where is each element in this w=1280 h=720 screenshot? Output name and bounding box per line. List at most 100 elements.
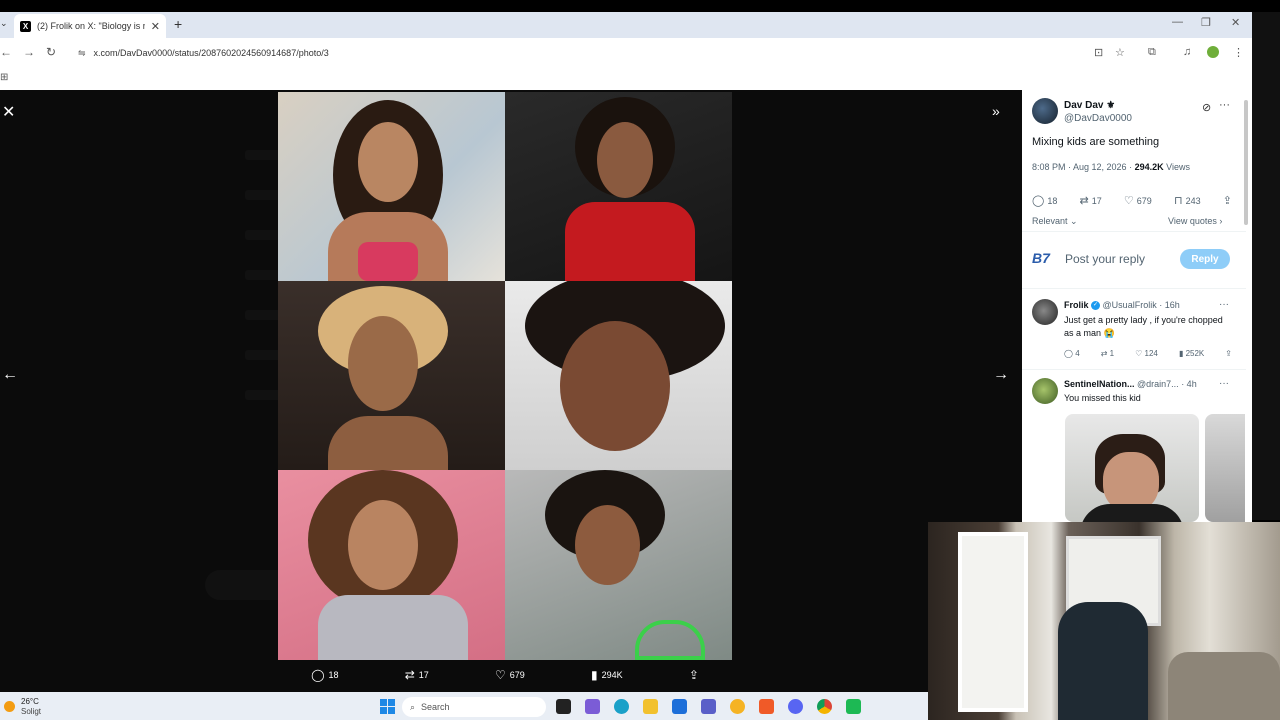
teams-icon[interactable]	[701, 699, 716, 714]
close-viewer-icon[interactable]: ✕	[2, 102, 15, 122]
reply-image[interactable]	[1205, 414, 1245, 522]
like-stat[interactable]: ♡ 679	[1124, 194, 1152, 207]
like-stat[interactable]: ♡ 124	[1135, 349, 1158, 358]
like-count: 679	[509, 670, 525, 680]
next-photo-icon[interactable]: →	[993, 366, 1009, 384]
reply-author-name[interactable]: Frolik	[1064, 300, 1089, 310]
restore-button[interactable]: ❐	[1201, 16, 1211, 29]
more-options-icon[interactable]: ···	[1219, 299, 1229, 310]
bookmark-star-icon[interactable]: ☆	[1115, 46, 1125, 59]
reload-button[interactable]: ↻	[46, 45, 56, 59]
share-icon[interactable]: ⇪	[1225, 349, 1232, 358]
more-options-icon[interactable]: ···	[1219, 378, 1229, 389]
like-count: 124	[1144, 349, 1158, 358]
app-icon[interactable]	[585, 699, 600, 714]
reply-input[interactable]: Post your reply	[1065, 252, 1145, 266]
discord-icon[interactable]	[788, 699, 803, 714]
reply-stat[interactable]: ◯ 18	[1032, 194, 1057, 207]
views-stat[interactable]: ▮ 252K	[1179, 349, 1204, 358]
tweet-text: Mixing kids are something	[1032, 136, 1160, 148]
reply-text: Just get a pretty lady , if you're chopp…	[1064, 315, 1223, 338]
repost-action[interactable]: ⇄ 17	[405, 668, 429, 682]
chrome-menu-icon[interactable]: ⋮	[1233, 46, 1244, 59]
media-control-icon[interactable]: ♫	[1183, 46, 1191, 58]
divider	[1022, 288, 1246, 289]
author-avatar[interactable]	[1032, 98, 1058, 124]
address-bar[interactable]: ⇋ x.com/DavDav0000/status/20876020245609…	[70, 43, 1150, 63]
window-close-button[interactable]: ✕	[1231, 16, 1240, 29]
share-action[interactable]: ⇪	[689, 668, 699, 682]
install-app-icon[interactable]: ⊡	[1094, 46, 1103, 59]
taskbar-search[interactable]: ⌕ Search	[402, 697, 546, 717]
reply-stat[interactable]: ◯ 4	[1064, 349, 1080, 358]
repost-count: 1	[1109, 349, 1115, 358]
back-button[interactable]: ←	[0, 45, 12, 59]
sort-dropdown[interactable]: Relevant ⌄	[1032, 216, 1078, 227]
site-info-icon[interactable]: ⇋	[78, 48, 86, 59]
forward-button[interactable]: →	[23, 45, 35, 59]
repost-count: 17	[1091, 195, 1102, 206]
reply-avatar[interactable]	[1032, 299, 1058, 325]
reply-handle-time[interactable]: @UsualFrolik · 16h	[1103, 300, 1180, 310]
collage-photo	[278, 281, 505, 470]
desktop-edge	[1252, 12, 1280, 520]
chrome-icon[interactable]	[817, 699, 832, 714]
store-icon[interactable]	[672, 699, 687, 714]
tab-list-icon[interactable]: ⌄	[0, 18, 8, 29]
repost-stat[interactable]: ⇄ 17	[1080, 194, 1102, 207]
reply-image[interactable]	[1065, 414, 1199, 522]
task-view-icon[interactable]	[556, 699, 571, 714]
views-action[interactable]: ▮ 294K	[591, 668, 623, 682]
expand-panel-icon[interactable]: »	[992, 103, 1000, 119]
collage-photo	[505, 470, 732, 660]
reply-icon: ◯	[311, 668, 325, 682]
start-button[interactable]	[380, 699, 395, 714]
photo-collage[interactable]	[278, 92, 732, 660]
reply-author-name[interactable]: SentinelNation...	[1064, 379, 1135, 389]
previous-photo-icon[interactable]: ←	[2, 366, 18, 384]
like-action[interactable]: ♡ 679	[495, 668, 525, 682]
url-text[interactable]: x.com/DavDav0000/status/2087602024560914…	[94, 48, 329, 58]
like-count: 679	[1136, 195, 1152, 206]
brave-icon[interactable]	[759, 699, 774, 714]
reply-header: Frolik ✓ @UsualFrolik · 16h	[1064, 300, 1180, 311]
new-tab-button[interactable]: +	[174, 16, 182, 32]
repost-icon: ⇄	[1079, 195, 1089, 207]
reply-action[interactable]: ◯ 18	[311, 668, 338, 682]
app-icon[interactable]	[846, 699, 861, 714]
browser-tab[interactable]: X (2) Frolik on X: "Biology is reall ✕	[14, 14, 166, 38]
reply-header: SentinelNation... @drain7... · 4h	[1064, 379, 1197, 389]
share-icon: ⇪	[688, 668, 699, 682]
more-options-icon[interactable]: ···	[1219, 99, 1230, 111]
panel-scrollbar[interactable]	[1244, 100, 1248, 225]
file-explorer-icon[interactable]	[643, 699, 658, 714]
share-stat[interactable]: ⇪	[1223, 194, 1232, 207]
reply-text: You missed this kid	[1064, 393, 1141, 403]
reply-handle-time[interactable]: @drain7... · 4h	[1137, 379, 1197, 389]
minimize-button[interactable]: —	[1172, 16, 1183, 28]
divider	[1022, 369, 1246, 370]
tweet-timestamp[interactable]: 8:08 PM · Aug 12, 2026 ·	[1032, 162, 1135, 172]
collage-photo	[278, 92, 505, 281]
app-icon[interactable]	[730, 699, 745, 714]
profile-avatar[interactable]	[1207, 46, 1219, 58]
bookmark-stat[interactable]: ⊓ 243	[1174, 194, 1201, 207]
view-quotes-link[interactable]: View quotes ›	[1168, 216, 1222, 226]
weather-description[interactable]: Soligt	[21, 707, 41, 716]
author-name[interactable]: Dav Dav ⚜	[1064, 100, 1115, 111]
apps-grid-icon[interactable]: ⊞	[0, 72, 8, 83]
tab-title: (2) Frolik on X: "Biology is reall	[37, 21, 145, 31]
repost-stat[interactable]: ⇄ 1	[1101, 349, 1114, 358]
grok-icon[interactable]: ⊘	[1202, 101, 1211, 114]
user-logo-avatar: B7	[1032, 250, 1050, 266]
edge-icon[interactable]	[614, 699, 629, 714]
tweet-stats: ◯ 18 ⇄ 17 ♡ 679 ⊓ 243 ⇪	[1032, 194, 1232, 207]
tab-close-icon[interactable]: ✕	[151, 20, 160, 33]
reply-avatar[interactable]	[1032, 378, 1058, 404]
repost-icon: ⇄	[404, 668, 415, 682]
author-handle[interactable]: @DavDav0000	[1064, 113, 1132, 124]
reply-button[interactable]: Reply	[1180, 249, 1230, 269]
extensions-icon[interactable]: ⧉	[1148, 46, 1156, 59]
weather-icon[interactable]	[4, 701, 15, 712]
weather-temperature[interactable]: 26°C	[21, 697, 39, 706]
